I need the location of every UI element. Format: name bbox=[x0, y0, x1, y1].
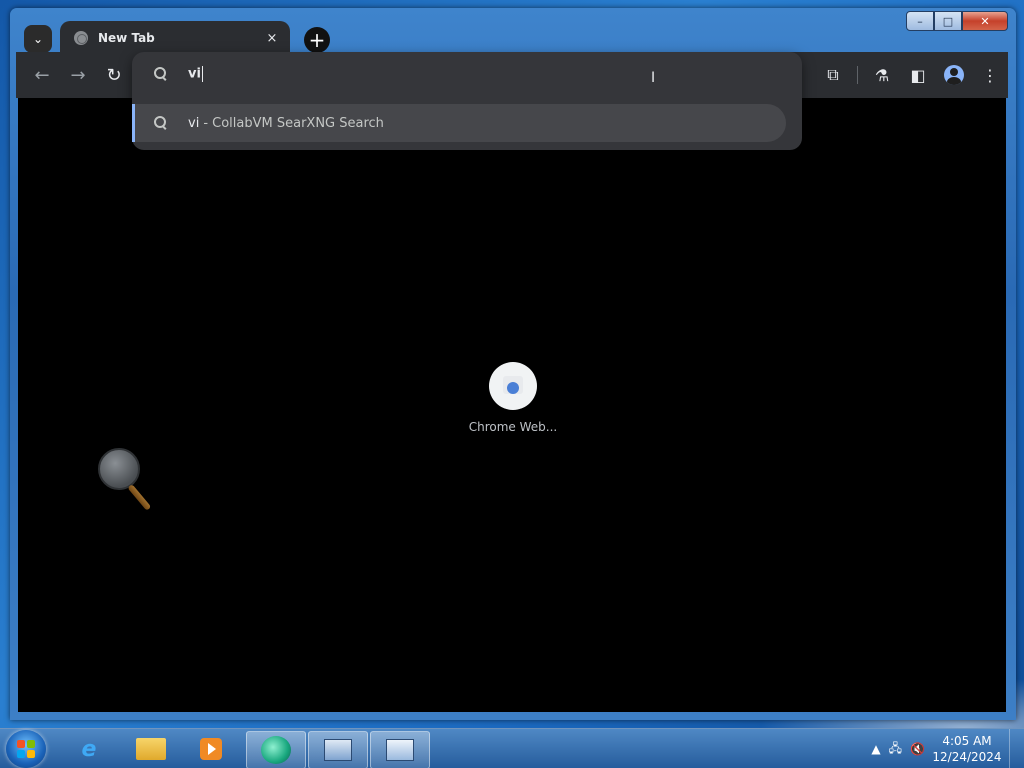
clock-time: 4:05 AM bbox=[942, 734, 992, 748]
new-tab-button[interactable]: + bbox=[304, 27, 330, 53]
tab-new-tab[interactable]: New Tab × bbox=[60, 21, 290, 55]
system-tray: ▲ 🖧 🔇 4:05 AM 12/24/2024 bbox=[867, 729, 1024, 768]
arrow-left-icon: ← bbox=[34, 64, 50, 86]
clock-date: 12/24/2024 bbox=[932, 750, 1002, 764]
suggestion-query: vi bbox=[188, 115, 200, 131]
forward-button[interactable]: → bbox=[60, 57, 96, 93]
avatar-icon bbox=[944, 65, 964, 85]
side-panel-button[interactable]: ◧ bbox=[900, 57, 936, 93]
new-tab-page: Chrome Web... bbox=[18, 98, 1006, 712]
toolbar-divider bbox=[857, 66, 858, 84]
control-panel-icon bbox=[386, 739, 414, 761]
labs-button[interactable]: ⚗ bbox=[864, 57, 900, 93]
tab-strip: ⌄ New Tab × + bbox=[16, 16, 1008, 55]
internet-explorer-icon: e bbox=[81, 736, 97, 762]
side-panel-icon: ◧ bbox=[910, 65, 926, 85]
magnifier-handle bbox=[127, 484, 152, 511]
suggestion-description: - CollabVM SearXNG Search bbox=[203, 115, 384, 131]
taskbar-remote-app[interactable] bbox=[308, 731, 368, 768]
extensions-button[interactable]: ⧉ bbox=[815, 57, 851, 93]
shortcut-tile-chrome-web-store[interactable]: Chrome Web... bbox=[458, 362, 568, 434]
search-icon bbox=[154, 116, 168, 130]
address-input[interactable]: vi bbox=[188, 66, 203, 82]
globe-icon bbox=[74, 31, 88, 45]
show-desktop-button[interactable] bbox=[1009, 729, 1024, 768]
shortcut-icon-circle bbox=[489, 362, 537, 410]
ibeam-cursor-icon: I bbox=[651, 70, 656, 86]
magnifier-icon bbox=[98, 448, 168, 518]
text-caret bbox=[201, 66, 203, 82]
toolbar-right: ⧉ ⚗ ◧ ⋮ bbox=[815, 52, 1008, 98]
flask-icon: ⚗ bbox=[874, 65, 890, 85]
taskbar-browser[interactable] bbox=[246, 731, 306, 768]
shortcut-label: Chrome Web... bbox=[468, 420, 558, 434]
windows-logo-icon bbox=[17, 740, 35, 758]
tab-search-button[interactable]: ⌄ bbox=[24, 25, 52, 53]
plus-icon: + bbox=[308, 28, 326, 52]
profile-button[interactable] bbox=[936, 57, 972, 93]
omnibox-suggestion[interactable]: vi - CollabVM SearXNG Search bbox=[132, 104, 786, 142]
show-hidden-icons-button[interactable]: ▲ bbox=[871, 742, 880, 756]
kebab-menu-icon: ⋮ bbox=[982, 65, 998, 85]
omnibox-dropdown: vi I vi - CollabVM SearXNG Search bbox=[132, 52, 802, 150]
close-icon[interactable]: × bbox=[264, 31, 280, 46]
media-player-icon bbox=[200, 738, 222, 760]
computer-icon bbox=[324, 739, 352, 761]
network-icon[interactable]: 🖧 bbox=[889, 739, 902, 760]
web-store-icon bbox=[503, 376, 523, 394]
folder-icon bbox=[136, 738, 166, 760]
puzzle-icon: ⧉ bbox=[827, 65, 839, 84]
magnifier-lens bbox=[98, 448, 140, 490]
suggestion-accent-bar bbox=[132, 104, 135, 142]
volume-muted-icon[interactable]: 🔇 bbox=[910, 742, 925, 756]
address-bar[interactable]: vi I bbox=[132, 52, 802, 96]
start-button[interactable] bbox=[6, 730, 46, 768]
tab-title: New Tab bbox=[98, 31, 155, 45]
taskbar-media-player[interactable] bbox=[182, 731, 240, 767]
reload-icon: ↻ bbox=[106, 64, 122, 86]
back-button[interactable]: ← bbox=[24, 57, 60, 93]
search-icon bbox=[154, 67, 168, 81]
taskbar: e ▲ 🖧 🔇 4:05 AM 12/24/2024 bbox=[0, 728, 1024, 768]
reload-button[interactable]: ↻ bbox=[96, 57, 132, 93]
arrow-right-icon: → bbox=[70, 64, 86, 86]
chrome-frame: ⌄ New Tab × + ← → ↻ ⧉ ⚗ ◧ ⋮ Chrome Web..… bbox=[16, 8, 1008, 712]
taskbar-control-panel[interactable] bbox=[370, 731, 430, 768]
nav-buttons: ← → ↻ bbox=[24, 52, 132, 98]
clock[interactable]: 4:05 AM 12/24/2024 bbox=[929, 733, 1005, 765]
taskbar-internet-explorer[interactable]: e bbox=[60, 731, 118, 767]
menu-button[interactable]: ⋮ bbox=[972, 57, 1008, 93]
taskbar-file-explorer[interactable] bbox=[122, 731, 180, 767]
browser-icon bbox=[261, 736, 291, 764]
browser-window: – □ ✕ ⌄ New Tab × + ← → ↻ ⧉ ⚗ ◧ ⋮ Chrome… bbox=[10, 8, 1016, 720]
chevron-down-icon: ⌄ bbox=[32, 32, 44, 46]
